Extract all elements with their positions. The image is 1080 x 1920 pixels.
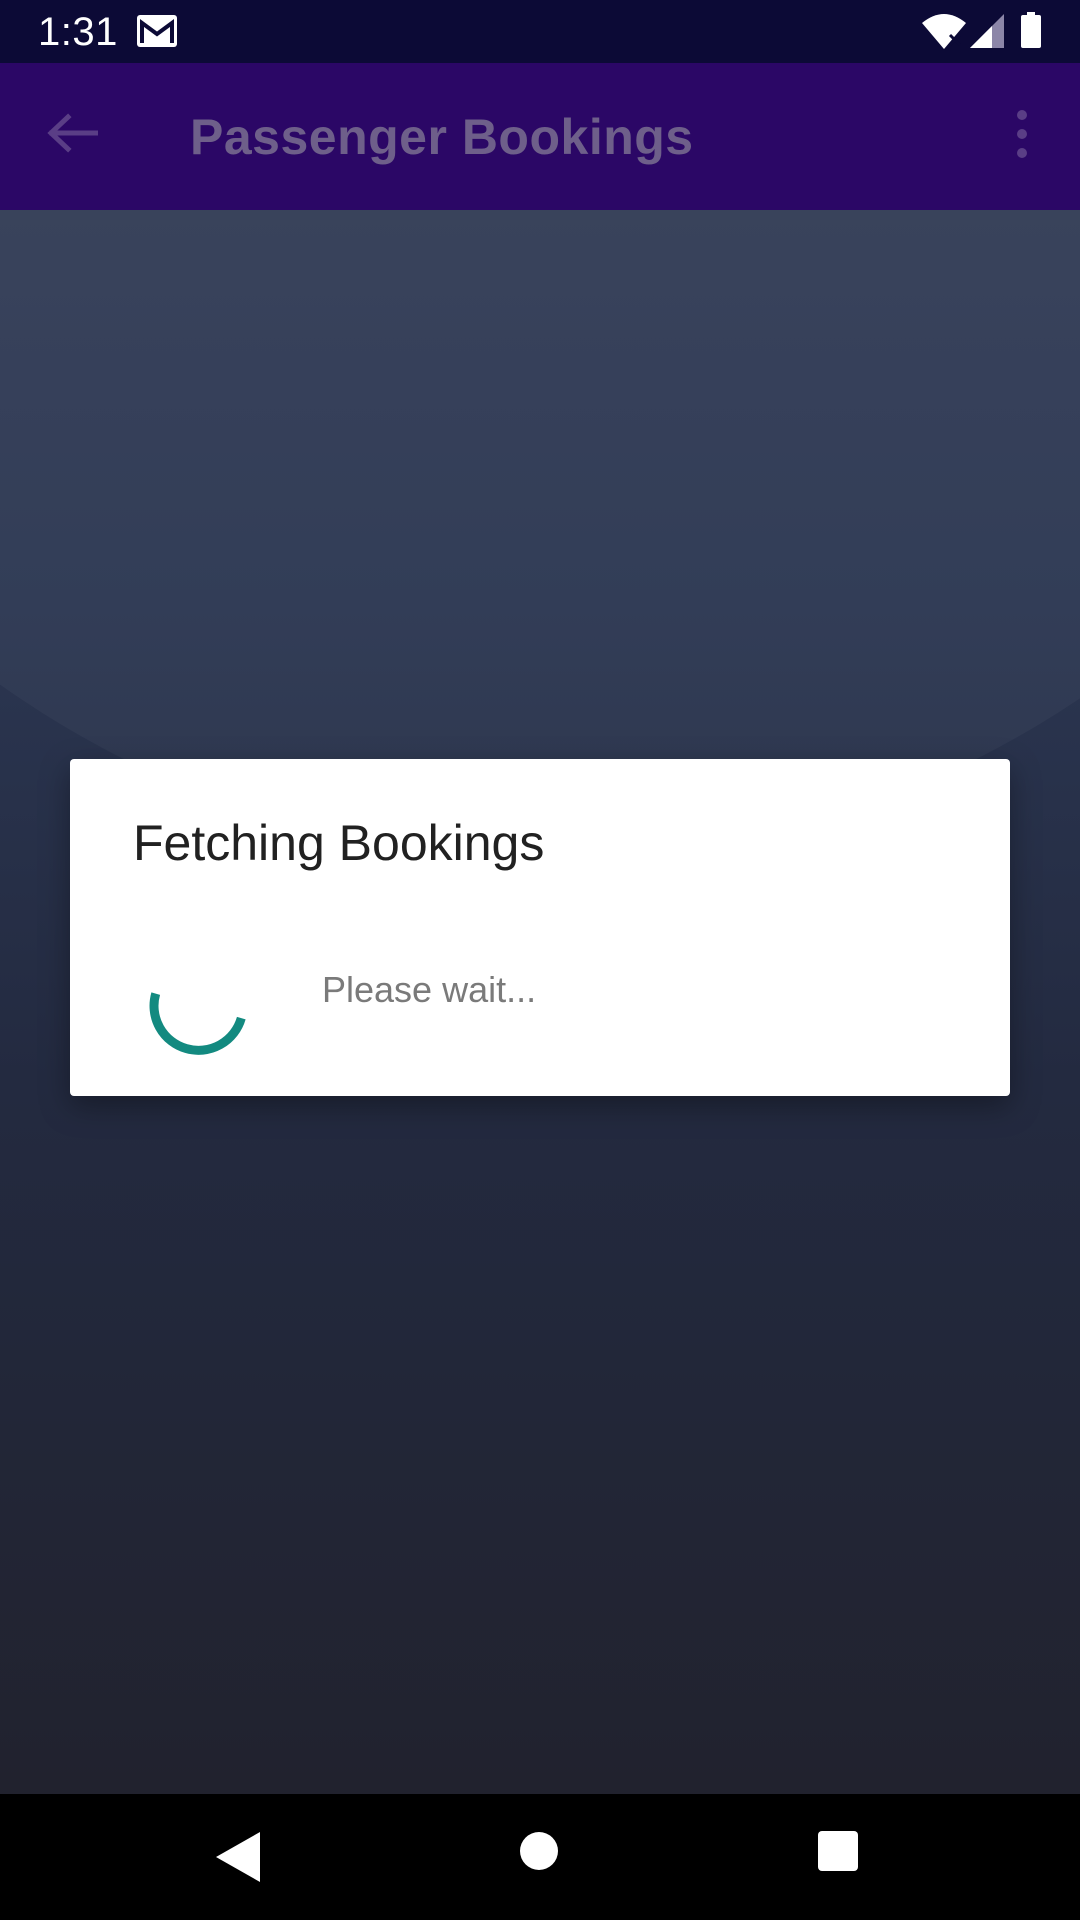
gmail-icon	[137, 15, 177, 47]
overflow-menu-icon[interactable]	[1008, 109, 1036, 159]
dialog-title: Fetching Bookings	[133, 815, 545, 871]
dialog-message: Please wait...	[322, 969, 537, 1010]
status-time: 1:31	[38, 10, 118, 54]
status-bar: 1:31	[0, 0, 1080, 63]
cell-signal-icon	[970, 14, 1004, 48]
screen: 1:31 Passenger Bookings Fetching Booking…	[0, 0, 1080, 1920]
loading-spinner-icon	[149, 992, 246, 1055]
nav-back-icon[interactable]	[214, 1830, 262, 1884]
progress-dialog: Fetching Bookings Please wait...	[70, 759, 1010, 1096]
wifi-icon	[922, 14, 966, 49]
battery-icon	[1021, 12, 1041, 48]
navigation-bar	[0, 1794, 1080, 1920]
arrow-back-icon[interactable]	[46, 113, 98, 153]
app-bar: Passenger Bookings	[0, 63, 1080, 210]
nav-recents-icon[interactable]	[817, 1830, 859, 1872]
page-title: Passenger Bookings	[190, 109, 694, 165]
nav-home-icon[interactable]	[519, 1831, 559, 1871]
